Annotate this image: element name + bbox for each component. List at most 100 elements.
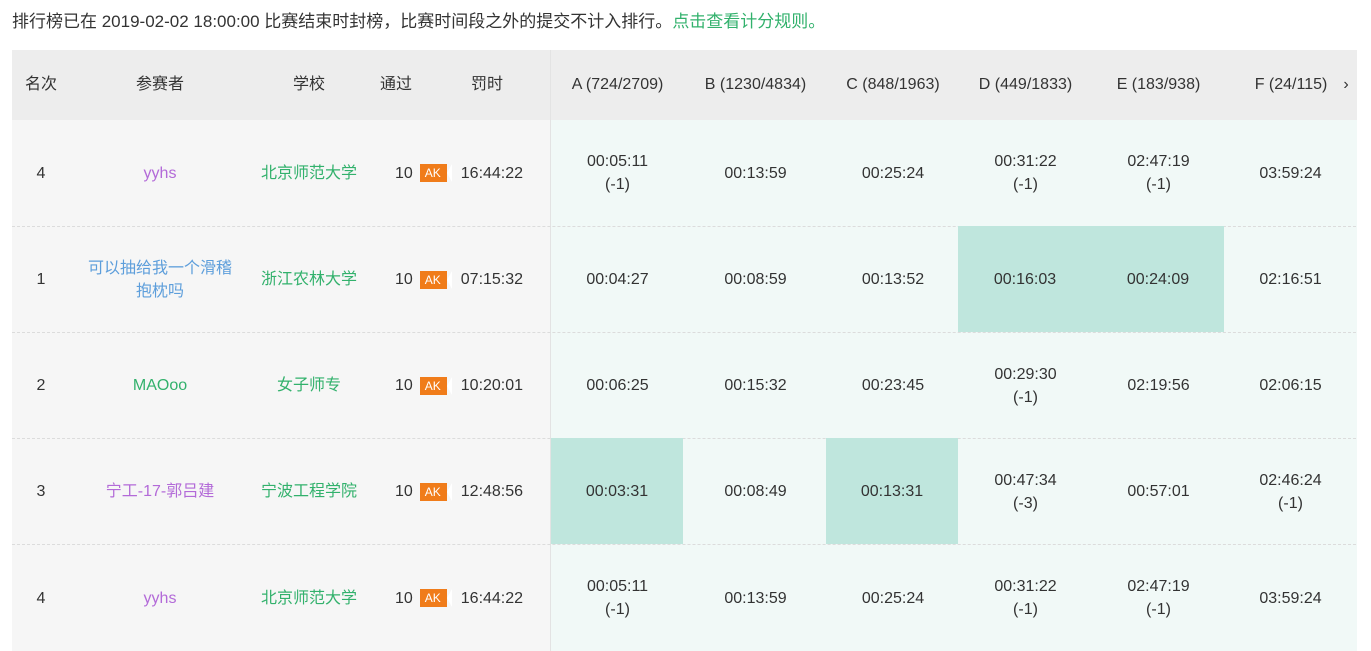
rank-cell: 4: [36, 589, 46, 607]
user-name-line: MAOoo: [132, 377, 188, 394]
user-header[interactable]: 参赛者: [70, 50, 250, 120]
scroll-right-icon[interactable]: ›: [1339, 50, 1353, 120]
problem-e-result[interactable]: 02:47:19 (-1): [1092, 120, 1225, 226]
accept-time: 00:04:27: [586, 271, 649, 288]
user-name[interactable]: 宁工-17-郭吕建: [70, 439, 250, 544]
problem-e-result[interactable]: 02:47:19 (-1): [1092, 545, 1225, 651]
accept-time: 00:08:49: [724, 483, 787, 500]
problem-e-result[interactable]: 00:57:01: [1092, 439, 1225, 544]
solved-count: 10: [394, 483, 413, 500]
user-name-line: yyhs: [143, 164, 177, 182]
wrong-tries: (-1): [1013, 176, 1038, 193]
problem-header-row: A (724/2709) B (1230/4834) C (848/1963) …: [551, 50, 1357, 120]
accept-time: 02:19:56: [1127, 377, 1190, 394]
user-name[interactable]: 可以抽给我一个滑稽 抱枕吗: [70, 227, 250, 332]
problem-b-result[interactable]: 00:08:49: [684, 439, 827, 544]
problem-e-result[interactable]: 02:19:56: [1092, 333, 1225, 438]
accept-time: 00:05:11: [586, 578, 649, 595]
penalty-time: 12:48:56: [460, 483, 524, 500]
wrong-tries: (-3): [1013, 494, 1038, 512]
wrong-tries: (-1): [605, 176, 630, 193]
rank-header[interactable]: 名次: [12, 50, 70, 120]
solved-penalty-cell: 10 AK 16:44:22: [368, 120, 550, 226]
accept-time: 00:24:09: [1126, 270, 1190, 288]
problem-b-result[interactable]: 00:13:59: [684, 545, 827, 651]
problem-c-result[interactable]: 00:23:45: [827, 333, 959, 438]
problem-a-result[interactable]: 00:05:11 (-1): [551, 545, 684, 651]
school-name[interactable]: 北京师范大学: [250, 120, 368, 226]
problem-f-result[interactable]: 02:06:15: [1225, 333, 1356, 438]
problem-c-result[interactable]: 00:25:24: [827, 120, 959, 226]
problem-a-header[interactable]: A (724/2709): [551, 50, 684, 120]
problem-f-header[interactable]: F (24/115): [1225, 50, 1357, 120]
problem-c-result[interactable]: 00:25:24: [827, 545, 959, 651]
user-name[interactable]: MAOoo: [70, 333, 250, 438]
accept-time: 00:03:31: [585, 482, 649, 500]
solved-penalty-cell: 10 AK 12:48:56: [368, 439, 550, 544]
accept-time: 00:15:32: [724, 377, 787, 394]
problem-b-header[interactable]: B (1230/4834): [684, 50, 827, 120]
penalty-time: 16:44:22: [460, 589, 524, 607]
solved-count: 10: [394, 164, 413, 182]
problem-b-result[interactable]: 00:15:32: [684, 333, 827, 438]
ak-badge: AK: [419, 589, 452, 607]
accept-time: 02:06:15: [1259, 377, 1322, 394]
problem-a-result[interactable]: 00:05:11 (-1): [551, 120, 684, 226]
accept-time: 00:23:45: [861, 377, 925, 394]
user-name-line: 可以抽给我一个滑稽: [87, 259, 232, 277]
school-name[interactable]: 宁波工程学院: [250, 439, 368, 544]
solved-penalty-cell: 10 AK 16:44:22: [368, 545, 550, 651]
problem-a-result[interactable]: 00:06:25: [551, 333, 684, 438]
wrong-tries: (-1): [1013, 388, 1038, 406]
problem-c-result[interactable]: 00:13:31: [826, 438, 958, 544]
problem-b-result[interactable]: 00:13:59: [684, 120, 827, 226]
school-header[interactable]: 学校: [250, 50, 368, 120]
problem-f-result[interactable]: 03:59:24: [1225, 545, 1356, 651]
problem-f-result[interactable]: 03:59:24: [1225, 120, 1356, 226]
problem-f-result[interactable]: 02:16:51: [1225, 227, 1356, 332]
accept-time: 02:47:19: [1127, 578, 1190, 595]
problem-d-result[interactable]: 00:29:30 (-1): [959, 333, 1092, 438]
problem-d-result[interactable]: 00:31:22 (-1): [959, 545, 1092, 651]
problem-d-result[interactable]: 00:31:22 (-1): [959, 120, 1092, 226]
accept-time: 00:06:25: [586, 377, 649, 394]
user-name-line: 抱枕吗: [135, 282, 184, 300]
problem-d-result[interactable]: 00:47:34 (-3): [959, 439, 1092, 544]
accept-time: 00:57:01: [1127, 483, 1190, 500]
wrong-tries: (-1): [1013, 601, 1038, 618]
problem-b-result[interactable]: 00:08:59: [684, 227, 827, 332]
problem-a-result[interactable]: 00:04:27: [551, 227, 684, 332]
solved-penalty-cell: 10 AK 10:20:01: [368, 333, 550, 438]
user-name[interactable]: yyhs: [70, 545, 250, 651]
penalty-time: 07:15:32: [460, 271, 524, 288]
user-name-line: 宁工-17-郭吕建: [105, 483, 215, 500]
problem-c-result[interactable]: 00:13:52: [827, 227, 959, 332]
scoreboard-table: 名次 参赛者 学校 通过 罚时 A (724/2709) B (1230/483…: [12, 50, 1357, 651]
rank-cell: 4: [36, 164, 46, 182]
problem-c-header[interactable]: C (848/1963): [827, 50, 959, 120]
scoring-rules-link[interactable]: 点击查看计分规则。: [672, 12, 825, 31]
accept-time: 00:13:31: [860, 482, 924, 500]
school-name[interactable]: 女子师专: [250, 333, 368, 438]
problem-f-result[interactable]: 02:46:24 (-1): [1225, 439, 1356, 544]
accept-time: 02:46:24: [1259, 471, 1322, 489]
solved-header[interactable]: 通过: [368, 50, 424, 120]
penalty-header[interactable]: 罚时: [424, 50, 550, 120]
accept-time: 00:31:22: [994, 578, 1057, 595]
problem-d-header[interactable]: D (449/1833): [959, 50, 1092, 120]
school-name[interactable]: 北京师范大学: [250, 545, 368, 651]
school-name[interactable]: 浙江农林大学: [250, 227, 368, 332]
solved-penalty-cell: 10 AK 07:15:32: [368, 227, 550, 332]
wrong-tries: (-1): [1146, 601, 1171, 618]
problem-a-result[interactable]: 00:03:31: [551, 438, 683, 544]
problem-e-result[interactable]: 00:24:09: [1092, 226, 1224, 332]
rank-cell: 1: [36, 271, 46, 288]
accept-time: 00:05:11: [586, 153, 649, 170]
wrong-tries: (-1): [1278, 494, 1303, 512]
accept-time: 00:13:59: [724, 589, 787, 607]
ak-badge: AK: [419, 376, 452, 395]
user-name[interactable]: yyhs: [70, 120, 250, 226]
problem-d-result[interactable]: 00:16:03: [958, 226, 1092, 332]
solved-count: 10: [394, 271, 413, 288]
problem-e-header[interactable]: E (183/938): [1092, 50, 1225, 120]
